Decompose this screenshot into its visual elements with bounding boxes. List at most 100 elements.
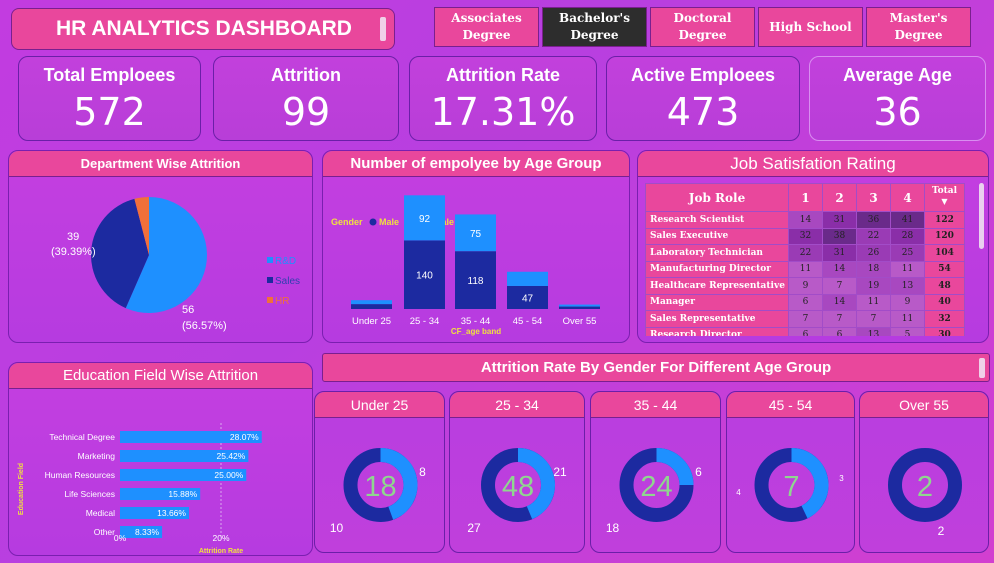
- cell-rating-2: 14: [822, 293, 857, 311]
- table-row[interactable]: Sales Representative 7 7 7 11 32: [645, 310, 965, 328]
- cell-rating-1: 7: [788, 310, 823, 328]
- dept-attrition-panel: Department Wise Attrition 56 (56.57%) 39 (3…: [8, 150, 313, 343]
- cell-total: 30: [924, 326, 965, 336]
- kpi-active-employees: Active Emploees 473: [606, 56, 800, 141]
- cell-rating-3: 19: [856, 277, 891, 295]
- slicer-associates-degree[interactable]: Associates Degree: [434, 7, 539, 47]
- panel-title: Department Wise Attrition: [9, 151, 312, 177]
- bar-male[interactable]: [559, 306, 600, 309]
- donut-male-label: 18: [606, 521, 620, 535]
- cell-rating-4: 28: [890, 227, 925, 245]
- bar-female[interactable]: [507, 271, 548, 286]
- slicer-doctoral-degree[interactable]: Doctoral Degree: [650, 7, 755, 47]
- age-group-chart[interactable]: GenderMaleFemaleUnder 251409225 - 341187…: [323, 177, 629, 342]
- title-handle[interactable]: [979, 358, 985, 378]
- cell-role: Manufacturing Director: [645, 260, 789, 278]
- bar-value-label: 28.07%: [230, 432, 259, 442]
- cell-rating-1: 32: [788, 227, 823, 245]
- table-row[interactable]: Laboratory Technician 22 31 26 25 104: [645, 244, 965, 262]
- col-header-role[interactable]: Job Role: [645, 183, 789, 212]
- kpi-attrition: Attrition 99: [213, 56, 399, 141]
- col-header-1[interactable]: 1: [788, 183, 823, 212]
- job-satisfaction-table: Job Role 1 2 3 4 Total ▼ Research Scient…: [645, 183, 965, 336]
- bar-value-label: 47: [522, 293, 534, 304]
- table-row[interactable]: Manufacturing Director 11 14 18 11 54: [645, 260, 965, 278]
- table-scrollbar[interactable]: [979, 183, 984, 249]
- donut-chart[interactable]: 48 21 27: [450, 418, 586, 552]
- cell-rating-2: 31: [822, 244, 857, 262]
- edu-field-chart[interactable]: Technical Degree 28.07% Marketing 25.42% Hum…: [9, 389, 312, 555]
- x-tick-label: Under 25: [352, 316, 391, 327]
- cell-rating-1: 22: [788, 244, 823, 262]
- col-header-4[interactable]: 4: [890, 183, 925, 212]
- x-tick-label: 45 - 54: [513, 316, 543, 327]
- slicer-label: Master's Degree: [889, 11, 948, 42]
- table-row[interactable]: Research Director 6 6 13 5 30: [645, 326, 965, 336]
- cell-total: 48: [924, 277, 965, 295]
- title-handle[interactable]: [380, 17, 386, 41]
- donut-panel-25-34: 25 - 34 48 21 27: [449, 391, 585, 553]
- cell-rating-4: 25: [890, 244, 925, 262]
- legend-swatch: [267, 277, 273, 283]
- cell-rating-1: 14: [788, 211, 823, 229]
- donut-male-label: 10: [330, 521, 344, 535]
- slicer-high-school[interactable]: High School: [758, 7, 863, 47]
- x-tick-label: 20%: [212, 533, 229, 543]
- panel-title: Attrition Rate By Gender For Different A…: [480, 359, 832, 376]
- donut-male-label: 4: [736, 488, 741, 497]
- bar-value-label: 140: [416, 271, 433, 282]
- donut-chart[interactable]: 7 3 4: [727, 418, 856, 552]
- col-header-3[interactable]: 3: [856, 183, 891, 212]
- kpi-attrition-rate: Attrition Rate 17.31%: [409, 56, 597, 141]
- cell-total: 122: [924, 211, 965, 229]
- bar-female[interactable]: [559, 304, 600, 307]
- donut-panel-under-25: Under 25 18 8 10: [314, 391, 445, 553]
- cell-rating-4: 41: [890, 211, 925, 229]
- donut-male-label: 2: [938, 524, 945, 538]
- donut-female-label: 6: [695, 465, 702, 479]
- bar-male[interactable]: [351, 304, 392, 309]
- slicer-master-s-degree[interactable]: Master's Degree: [866, 7, 971, 47]
- y-tick-label: Other: [94, 527, 115, 537]
- donut-panel-45-54: 45 - 54 7 3 4: [726, 391, 855, 553]
- donut-chart[interactable]: 24 6 18: [591, 418, 722, 552]
- kpi-label: Attrition: [271, 65, 341, 85]
- slicer-bachelor-s-degree[interactable]: Bachelor's Degree: [542, 7, 647, 47]
- bar-value-label: 8.33%: [135, 527, 160, 537]
- kpi-label: Attrition Rate: [446, 65, 560, 85]
- legend-label: HR: [275, 296, 289, 307]
- kpi-value: 572: [73, 90, 146, 134]
- pie-label-rd-pct: (56.57%): [182, 320, 227, 332]
- cell-rating-3: 22: [856, 227, 891, 245]
- cell-rating-3: 13: [856, 326, 891, 336]
- table-row[interactable]: Sales Executive 32 38 22 28 120: [645, 227, 965, 245]
- slicer-label: Doctoral Degree: [673, 11, 732, 42]
- donut-chart[interactable]: 18 8 10: [315, 418, 446, 552]
- donut-title: 35 - 44: [591, 392, 720, 418]
- cell-rating-2: 7: [822, 310, 857, 328]
- cell-rating-4: 5: [890, 326, 925, 336]
- pie-label-sales-pct: (39.39%): [51, 246, 96, 258]
- cell-rating-4: 13: [890, 277, 925, 295]
- col-header-total[interactable]: Total ▼: [924, 183, 965, 212]
- dept-pie-chart[interactable]: 56 (56.57%) 39 (39.39%) R&D Sales HR: [9, 177, 312, 342]
- bar-value-label: 15.88%: [168, 489, 197, 499]
- y-axis-label: Education Field: [18, 463, 25, 515]
- job-satisfaction-table-wrap[interactable]: Job Role 1 2 3 4 Total ▼ Research Scient…: [645, 183, 977, 336]
- y-tick-label: Human Resources: [45, 470, 115, 480]
- slicer-label: Associates Degree: [451, 11, 522, 42]
- x-axis-label: Attrition Rate: [199, 548, 243, 555]
- gender-age-title-bar: Attrition Rate By Gender For Different A…: [322, 353, 990, 382]
- cell-role: Sales Executive: [645, 227, 789, 245]
- cell-rating-4: 9: [890, 293, 925, 311]
- cell-rating-3: 7: [856, 310, 891, 328]
- table-row[interactable]: Research Scientist 14 31 36 41 122: [645, 211, 965, 229]
- bar-female[interactable]: [351, 300, 392, 305]
- table-row[interactable]: Manager 6 14 11 9 40: [645, 293, 965, 311]
- total-label: Total: [931, 186, 958, 196]
- donut-chart[interactable]: 22: [860, 418, 990, 552]
- y-tick-label: Life Sciences: [64, 489, 115, 499]
- cell-rating-2: 14: [822, 260, 857, 278]
- table-row[interactable]: Healthcare Representative 9 7 19 13 48: [645, 277, 965, 295]
- col-header-2[interactable]: 2: [822, 183, 857, 212]
